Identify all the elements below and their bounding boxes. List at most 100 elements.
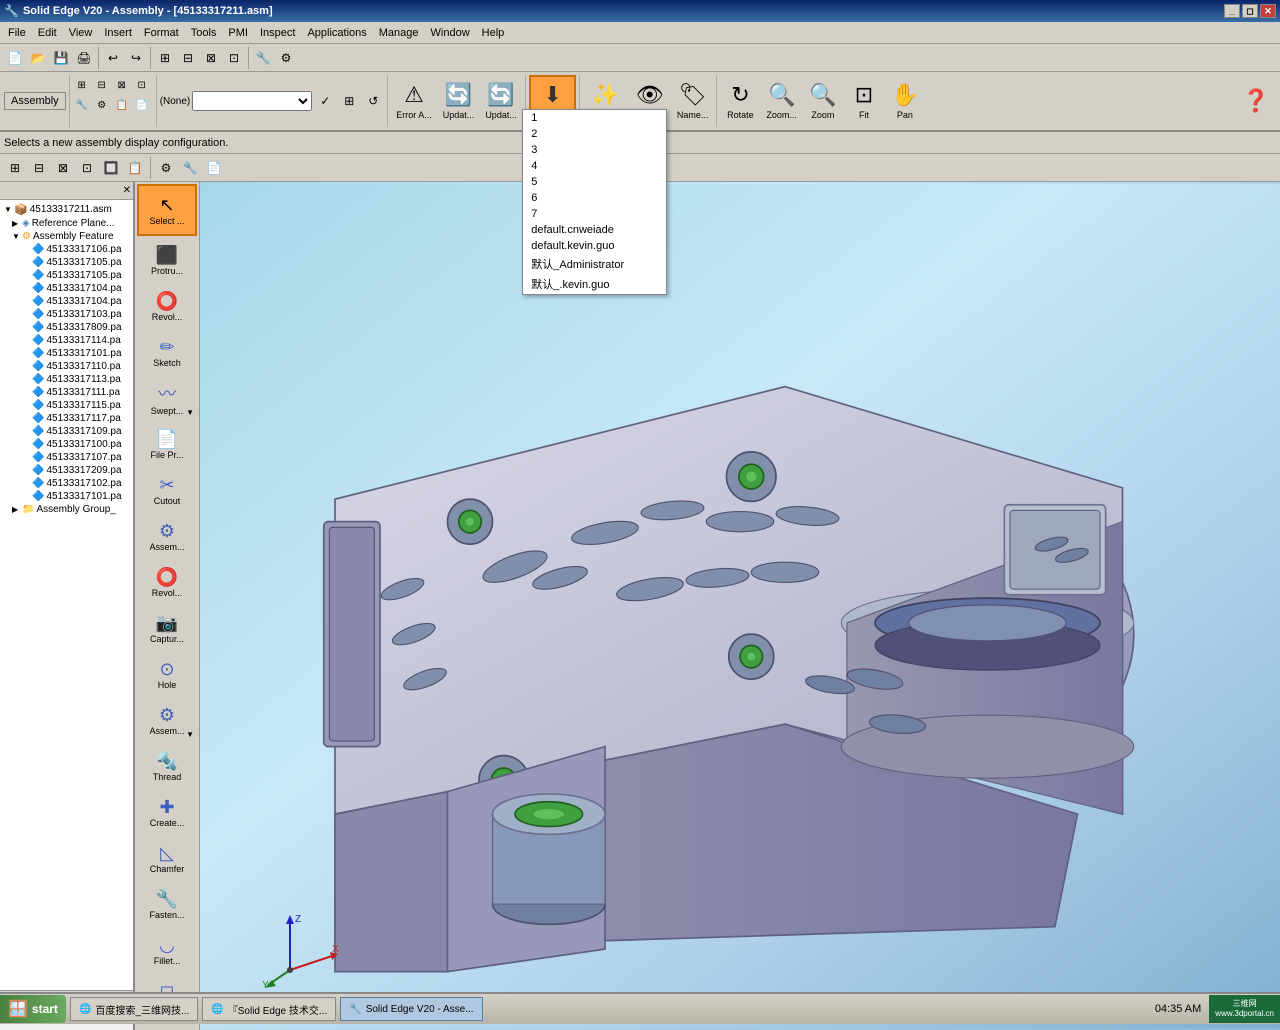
tb-icon-1[interactable]: ⊞ xyxy=(73,76,91,94)
zoom-btn[interactable]: 🔍 Zoom xyxy=(803,75,843,127)
print-button[interactable]: 🖨 xyxy=(73,47,95,69)
error-analyze-btn[interactable]: ⚠ Error A... xyxy=(391,75,437,127)
open-button[interactable]: 📂 xyxy=(27,47,49,69)
menu-file[interactable]: File xyxy=(2,22,32,43)
dropdown-item-default-cn[interactable]: default.cnweiade xyxy=(523,222,666,238)
tb2-btn-7[interactable]: ⚙ xyxy=(155,157,177,179)
revolve-btn[interactable]: ⭕ Revol... xyxy=(137,284,197,328)
save-button[interactable]: 💾 xyxy=(50,47,72,69)
dropdown-item-2[interactable]: 2 xyxy=(523,126,666,142)
thread-btn[interactable]: 🔩 Thread xyxy=(137,744,197,788)
dropdown-item-1[interactable]: 1 xyxy=(523,110,666,126)
tb2-btn-8[interactable]: 🔧 xyxy=(179,157,201,179)
taskbar-btn-solidedge[interactable]: 🔧 Solid Edge V20 - Asse... xyxy=(340,997,482,1021)
new-button[interactable]: 📄 xyxy=(4,47,26,69)
assembly-tab[interactable]: Assembly xyxy=(4,92,66,110)
config-select[interactable]: 1 2 3 xyxy=(192,91,312,111)
menu-applications[interactable]: Applications xyxy=(301,22,372,43)
tree-item-part-18[interactable]: 🔷 45133317209.pa xyxy=(2,464,131,477)
tree-item-part-8[interactable]: 🔷 45133317114.pa xyxy=(2,334,131,347)
restore-button[interactable]: ◻ xyxy=(1242,4,1258,18)
tb-icon-4[interactable]: ⊡ xyxy=(133,76,151,94)
redo-button[interactable]: ↪ xyxy=(125,47,147,69)
tree-item-part-3[interactable]: 🔷 45133317105.pa xyxy=(2,269,131,282)
dropdown-item-default-kevin[interactable]: default.kevin.guo xyxy=(523,238,666,254)
tree-item-part-19[interactable]: 🔷 45133317102.pa xyxy=(2,477,131,490)
undo-button[interactable]: ↩ xyxy=(102,47,124,69)
tree-item-part-16[interactable]: 🔷 45133317100.pa xyxy=(2,438,131,451)
dropdown-item-7[interactable]: 7 xyxy=(523,206,666,222)
protrude-btn[interactable]: ⬛ Protru... xyxy=(137,238,197,282)
tb-btn-4[interactable]: ⊡ xyxy=(223,47,245,69)
tree-item-part-14[interactable]: 🔷 45133317117.pa xyxy=(2,412,131,425)
tb2-btn-5[interactable]: 🔲 xyxy=(100,157,122,179)
help-btn[interactable]: ❓ xyxy=(1236,75,1276,127)
tree-item-part-9[interactable]: 🔷 45133317101.pa xyxy=(2,347,131,360)
tb2-btn-4[interactable]: ⊡ xyxy=(76,157,98,179)
hole-btn[interactable]: ⊙ Hole xyxy=(137,652,197,696)
tree-item-part-17[interactable]: 🔷 45133317107.pa xyxy=(2,451,131,464)
tree-item-part-4[interactable]: 🔷 45133317104.pa xyxy=(2,282,131,295)
assem2-btn[interactable]: ⚙ Assem... ▼ xyxy=(137,698,197,742)
fillet-btn[interactable]: ◡ Fillet... xyxy=(137,928,197,972)
menu-format[interactable]: Format xyxy=(138,22,185,43)
tb-icon-5[interactable]: 🔧 xyxy=(73,96,91,114)
create-btn[interactable]: ✚ Create... xyxy=(137,790,197,834)
tree-item-root[interactable]: ▼ 📦 45133317211.asm xyxy=(2,202,131,217)
fasten-btn[interactable]: 🔧 Fasten... xyxy=(137,882,197,926)
tb2-btn-2[interactable]: ⊟ xyxy=(28,157,50,179)
cutout-btn[interactable]: ✂ Cutout xyxy=(137,468,197,512)
viewport[interactable]: Z X Y xyxy=(200,182,1280,1030)
tb2-btn-1[interactable]: ⊞ xyxy=(4,157,26,179)
menu-pmi[interactable]: PMI xyxy=(222,22,254,43)
tb-icon-6[interactable]: ⚙ xyxy=(93,96,111,114)
tree-item-assembly-feature[interactable]: ▼ ⚙ Assembly Feature xyxy=(2,230,131,243)
menu-inspect[interactable]: Inspect xyxy=(254,22,301,43)
tree-item-part-6[interactable]: 🔷 45133317103.pa xyxy=(2,308,131,321)
update2-btn[interactable]: 🔄 Updat... xyxy=(480,75,522,127)
name-btn[interactable]: 🏷 Name... xyxy=(672,75,714,127)
taskbar-btn-browser2[interactable]: 🌐 『Solid Edge 技术交... xyxy=(202,997,336,1021)
sketch-btn[interactable]: ✏ Sketch xyxy=(137,330,197,374)
tree-item-part-2[interactable]: 🔷 45133317105.pa xyxy=(2,256,131,269)
tree-item-part-7[interactable]: 🔷 45133317809.pa xyxy=(2,321,131,334)
taskbar-btn-browser1[interactable]: 🌐 百度搜索_三维网技... xyxy=(70,997,198,1021)
tree-item-part-11[interactable]: 🔷 45133317113.pa xyxy=(2,373,131,386)
config-dropdown[interactable]: 1 2 3 4 5 6 7 default.cnweiade default.k… xyxy=(522,109,667,295)
tb-btn-1[interactable]: ⊞ xyxy=(154,47,176,69)
tb-icon-2[interactable]: ⊟ xyxy=(93,76,111,94)
menu-tools[interactable]: Tools xyxy=(185,22,223,43)
tree-item-part-5[interactable]: 🔷 45133317104.pa xyxy=(2,295,131,308)
tb-icon-3[interactable]: ⊠ xyxy=(113,76,131,94)
capture-btn[interactable]: 📷 Captur... xyxy=(137,606,197,650)
revolve2-btn[interactable]: ⭕ Revol... xyxy=(137,560,197,604)
rotate-btn[interactable]: ↻ Rotate xyxy=(720,75,760,127)
tb-btn-6[interactable]: ⚙ xyxy=(275,47,297,69)
tb-icon-7[interactable]: 📋 xyxy=(113,96,131,114)
tb2-btn-9[interactable]: 📄 xyxy=(203,157,225,179)
close-button[interactable]: ✕ xyxy=(1260,4,1276,18)
fit-btn[interactable]: ⊡ Fit xyxy=(844,75,884,127)
minimize-button[interactable]: _ xyxy=(1224,4,1240,18)
dropdown-item-4[interactable]: 4 xyxy=(523,158,666,174)
menu-insert[interactable]: Insert xyxy=(98,22,138,43)
dropdown-apply-btn[interactable]: ✓ xyxy=(314,90,336,112)
menu-window[interactable]: Window xyxy=(425,22,476,43)
dropdown-item-5[interactable]: 5 xyxy=(523,174,666,190)
pan-btn[interactable]: ✋ Pan xyxy=(885,75,925,127)
chamfer-btn[interactable]: ◺ Chamfer xyxy=(137,836,197,880)
menu-view[interactable]: View xyxy=(63,22,99,43)
select-btn[interactable]: ↖ Select ... xyxy=(137,184,197,236)
start-button[interactable]: 🪟 start xyxy=(0,995,66,1023)
dropdown-reset-btn[interactable]: ↺ xyxy=(362,90,384,112)
tb2-btn-6[interactable]: 📋 xyxy=(124,157,146,179)
swept-btn[interactable]: 〰 Swept... ▼ xyxy=(137,376,197,420)
tb-btn-5[interactable]: 🔧 xyxy=(252,47,274,69)
dropdown-config-btn[interactable]: ⊞ xyxy=(338,90,360,112)
menu-help[interactable]: Help xyxy=(476,22,511,43)
menu-edit[interactable]: Edit xyxy=(32,22,63,43)
tree-item-part-12[interactable]: 🔷 45133317111.pa xyxy=(2,386,131,399)
tree-item-part-10[interactable]: 🔷 45133317110.pa xyxy=(2,360,131,373)
assem1-btn[interactable]: ⚙ Assem... xyxy=(137,514,197,558)
dropdown-item-admin[interactable]: 默认_Administrator xyxy=(523,254,666,274)
